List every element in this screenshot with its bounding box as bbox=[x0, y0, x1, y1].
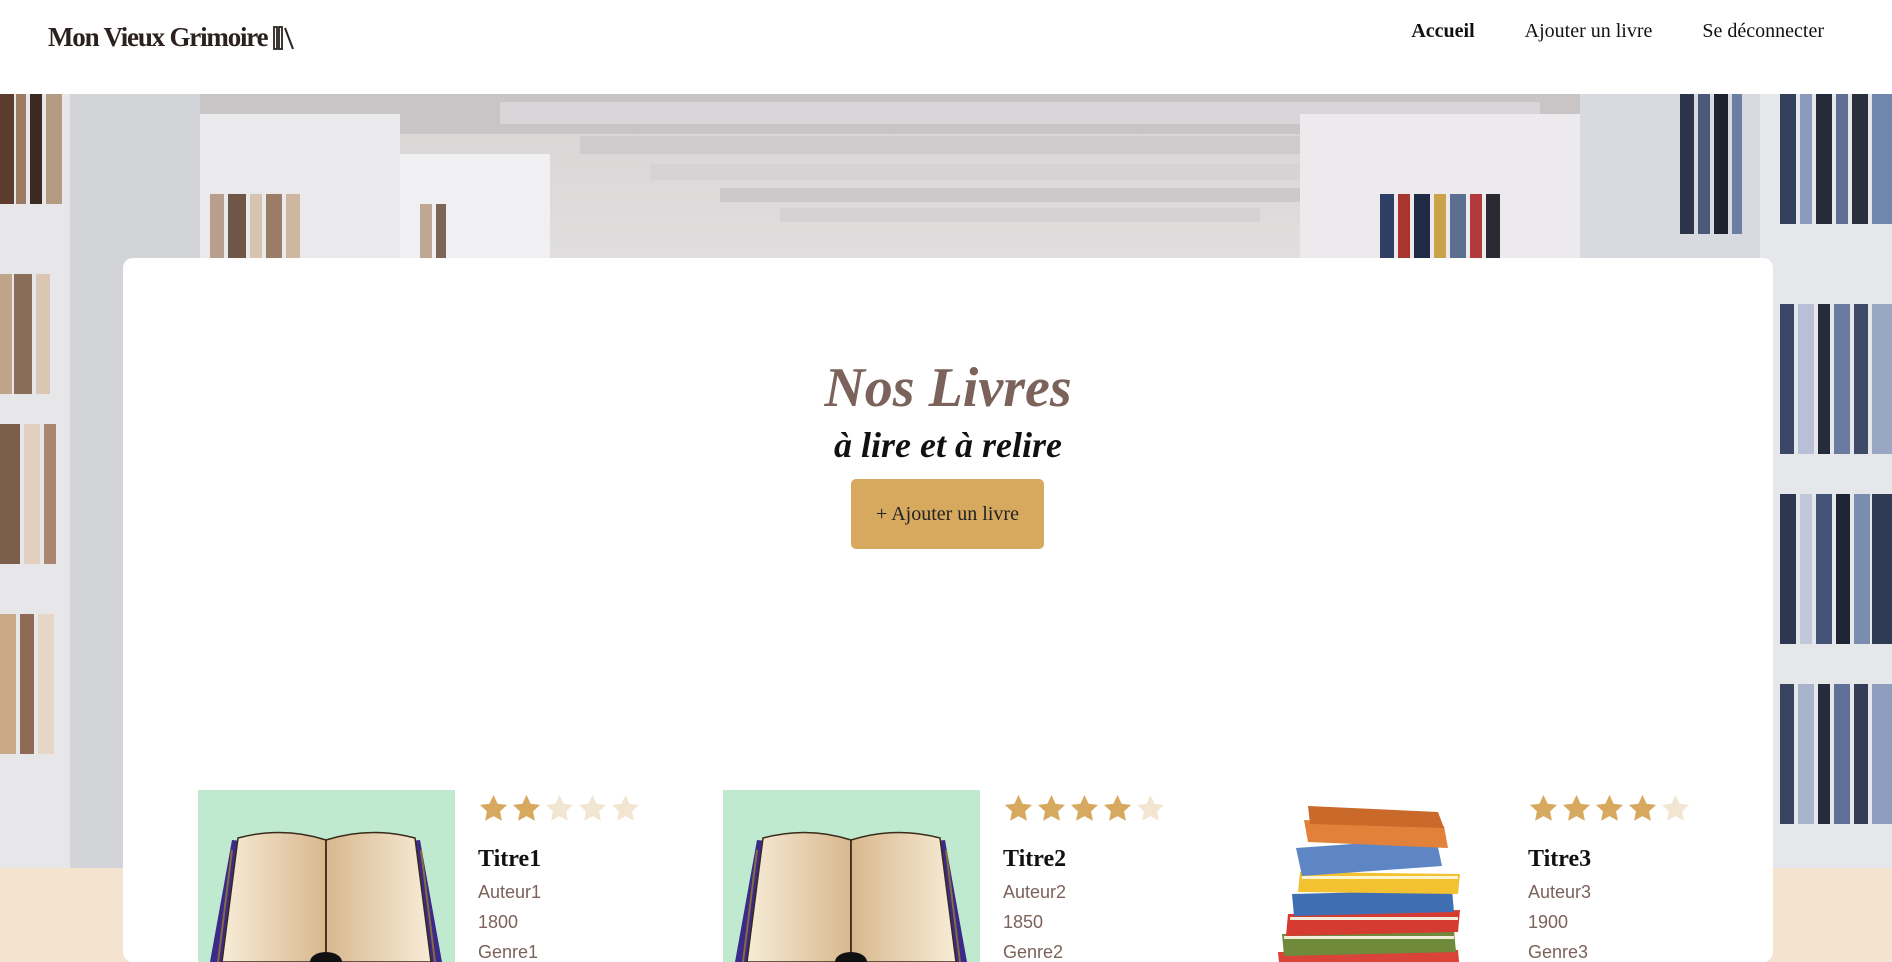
logo-text: Mon Vieux Grimoire bbox=[48, 22, 269, 52]
star-icon bbox=[1628, 794, 1657, 821]
star-icon bbox=[1070, 794, 1099, 821]
nav-add-book-link[interactable]: Ajouter un livre bbox=[1525, 20, 1653, 43]
star-rating bbox=[1003, 790, 1166, 826]
book-card[interactable]: Titre2 Auteur2 1850 Genre2 bbox=[723, 790, 1203, 962]
book-info: Titre1 Auteur1 1800 Genre1 bbox=[478, 790, 641, 962]
star-icon bbox=[1037, 794, 1066, 821]
open-book-icon bbox=[735, 831, 967, 962]
star-icon bbox=[1004, 794, 1033, 821]
page-title: Nos Livres bbox=[824, 357, 1072, 419]
book-genre: Genre3 bbox=[1528, 942, 1589, 962]
star-icon bbox=[1136, 794, 1165, 821]
book-cover-image bbox=[198, 790, 455, 962]
star-icon bbox=[1661, 794, 1690, 821]
main-card: Nos Livres à lire et à relire + Ajouter … bbox=[123, 258, 1773, 962]
book-cover-image bbox=[723, 790, 980, 962]
book-genre: Genre2 bbox=[1003, 942, 1064, 962]
site-header: Mon Vieux Grimoire Accueil Ajouter un li… bbox=[0, 0, 1892, 94]
star-icon bbox=[1562, 794, 1591, 821]
book-title: Titre1 bbox=[478, 846, 542, 872]
book-info: Titre2 Auteur2 1850 Genre2 bbox=[1003, 790, 1166, 962]
add-book-button[interactable]: + Ajouter un livre bbox=[851, 479, 1044, 549]
book-stack-icon bbox=[1278, 806, 1460, 962]
page-subtitle: à lire et à relire bbox=[834, 425, 1062, 465]
book-author: Auteur1 bbox=[478, 882, 542, 902]
nav-home-link[interactable]: Accueil bbox=[1411, 20, 1474, 43]
star-icon bbox=[545, 794, 574, 821]
book-year: 1900 bbox=[1528, 912, 1569, 932]
star-rating bbox=[1528, 790, 1691, 826]
star-rating bbox=[478, 790, 641, 826]
book-cover-image bbox=[1248, 790, 1505, 962]
book-genre: Genre1 bbox=[478, 942, 539, 962]
star-icon bbox=[1529, 794, 1558, 821]
book-title: Titre3 bbox=[1528, 846, 1592, 872]
star-icon bbox=[1595, 794, 1624, 821]
book-year: 1850 bbox=[1003, 912, 1044, 932]
star-icon bbox=[611, 794, 640, 821]
book-card[interactable]: Titre1 Auteur1 1800 Genre1 bbox=[198, 790, 678, 962]
book-author: Auteur2 bbox=[1003, 882, 1067, 902]
logo[interactable]: Mon Vieux Grimoire bbox=[48, 22, 295, 53]
book-info: Titre3 Auteur3 1900 Genre3 bbox=[1528, 790, 1691, 962]
main-nav: Accueil Ajouter un livre Se déconnecter bbox=[1411, 20, 1824, 43]
star-icon bbox=[1103, 794, 1132, 821]
book-author: Auteur3 bbox=[1528, 882, 1592, 902]
books-on-shelf-icon bbox=[273, 25, 295, 50]
star-icon bbox=[512, 794, 541, 821]
star-icon bbox=[578, 794, 607, 821]
book-title: Titre2 bbox=[1003, 846, 1067, 872]
nav-logout-link[interactable]: Se déconnecter bbox=[1702, 20, 1824, 43]
book-year: 1800 bbox=[478, 912, 519, 932]
open-book-icon bbox=[210, 831, 442, 962]
star-icon bbox=[479, 794, 508, 821]
book-card[interactable]: Titre3 Auteur3 1900 Genre3 bbox=[1248, 790, 1728, 962]
